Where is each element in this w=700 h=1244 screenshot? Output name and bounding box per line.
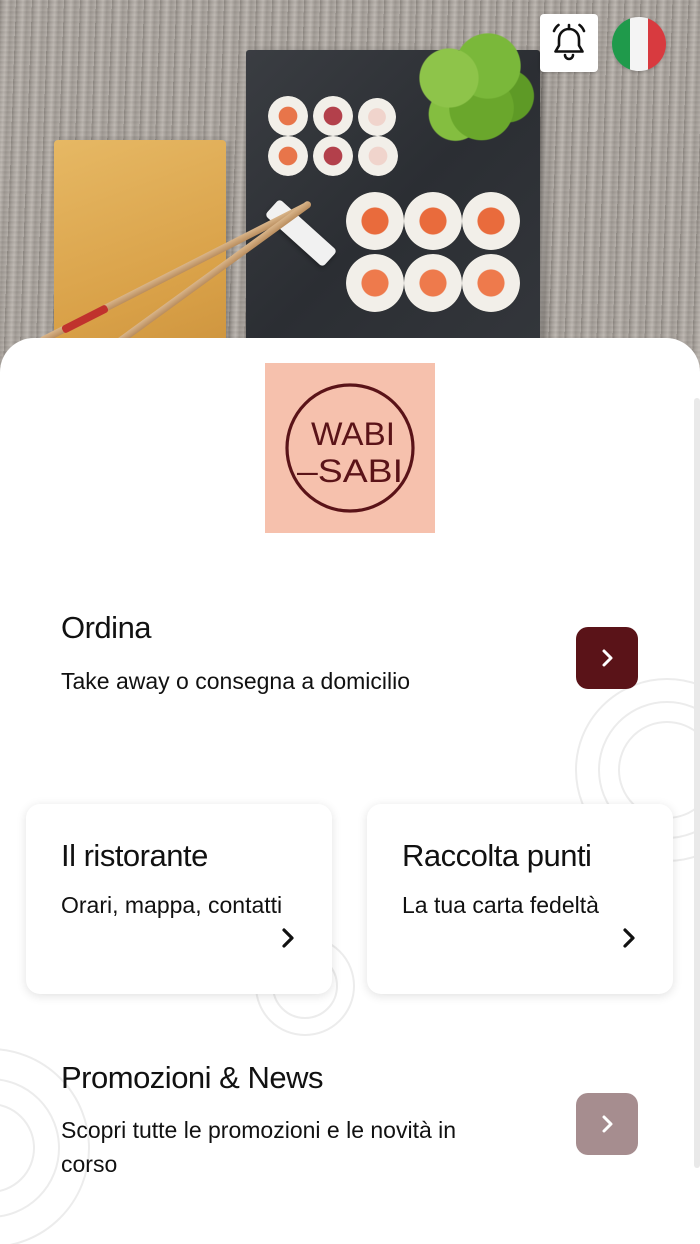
wabi-sabi-logo: WABI –SABI (285, 383, 415, 513)
sushi-roll (313, 96, 353, 136)
chevron-right-icon (623, 928, 635, 948)
notifications-button[interactable] (540, 14, 598, 72)
restaurant-subtitle: Orari, mappa, contatti (61, 892, 283, 918)
sushi-roll (346, 192, 404, 250)
hero-photo (0, 0, 700, 380)
chevron-right-icon (602, 1115, 613, 1133)
promotions-title[interactable]: Promozioni & News (61, 1060, 323, 1096)
order-button[interactable] (576, 627, 638, 689)
home-content: WABI –SABI Ordina Take away o consegna a… (0, 338, 700, 1244)
lettuce (410, 30, 540, 150)
sushi-roll (313, 136, 353, 176)
sushi-roll (404, 192, 462, 250)
loyalty-card[interactable]: Raccolta punti La tua carta fedeltà (367, 804, 673, 994)
sushi-roll (268, 136, 308, 176)
sushi-roll (462, 254, 520, 312)
sushi-roll (358, 136, 398, 176)
scrollbar[interactable] (694, 398, 700, 1168)
order-subtitle: Take away o consegna a domicilio (61, 668, 411, 694)
restaurant-title: Il ristorante (61, 838, 208, 873)
logo-line1: WABI (311, 416, 395, 452)
flag-stripe-white (630, 17, 648, 71)
promotions-button[interactable] (576, 1093, 638, 1155)
loyalty-subtitle: La tua carta fedeltà (402, 892, 599, 918)
language-selector[interactable] (612, 17, 666, 71)
sushi-roll (462, 192, 520, 250)
chevron-right-icon (602, 649, 613, 667)
restaurant-card[interactable]: Il ristorante Orari, mappa, contatti (26, 804, 332, 994)
sushi-roll (404, 254, 462, 312)
sushi-roll (358, 98, 396, 136)
sushi-roll (346, 254, 404, 312)
chevron-right-icon (282, 928, 294, 948)
bell-icon (552, 23, 586, 61)
sushi-roll (268, 96, 308, 136)
promotions-subtitle: Scopri tutte le promozioni e le novità i… (61, 1117, 457, 1177)
logo-line2: –SABI (297, 453, 403, 489)
loyalty-title: Raccolta punti (402, 838, 592, 873)
order-title[interactable]: Ordina (61, 610, 152, 646)
restaurant-logo: WABI –SABI (265, 363, 435, 533)
